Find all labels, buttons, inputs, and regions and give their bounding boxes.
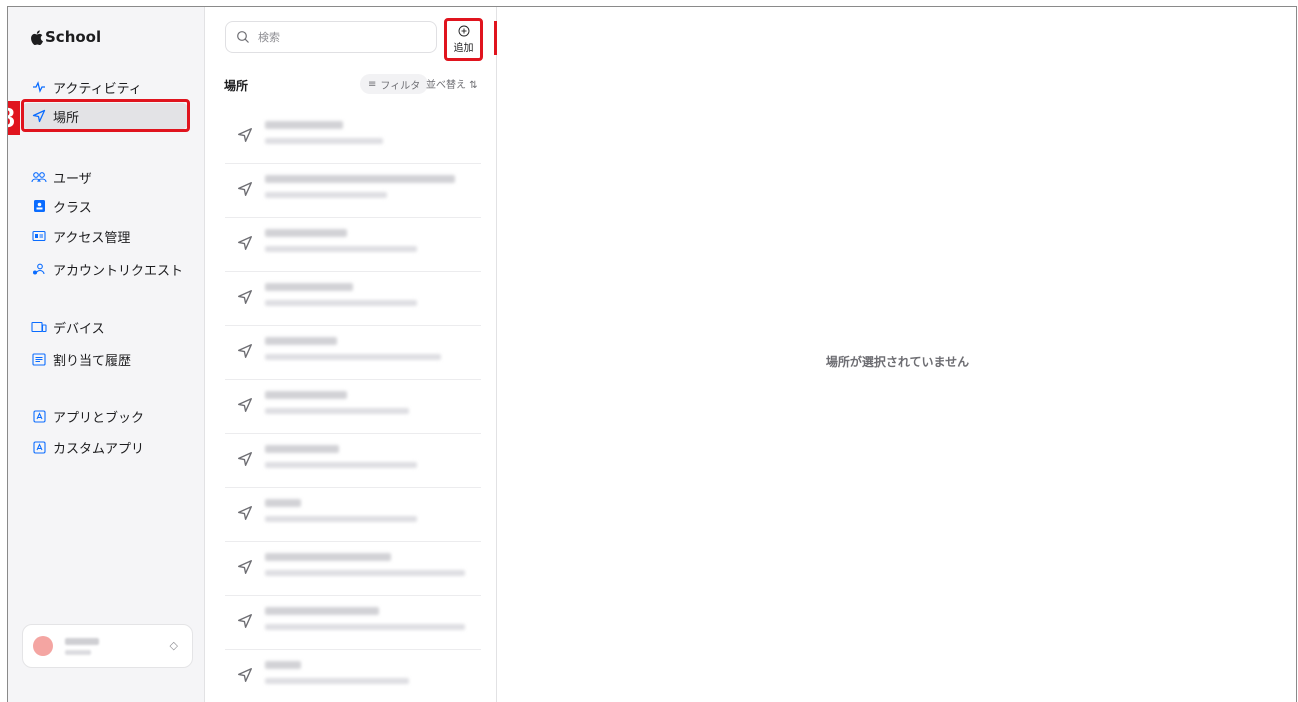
sidebar-item-label: アクセス管理 — [53, 230, 131, 246]
device-icon — [31, 319, 47, 335]
list-item[interactable] — [225, 488, 481, 542]
list-item[interactable] — [225, 110, 481, 164]
sidebar-item-users[interactable]: ユーザ — [22, 164, 188, 190]
annotation-highlight-add — [444, 18, 483, 61]
apple-logo-icon — [31, 29, 43, 45]
redacted-location-detail — [265, 300, 417, 306]
annotation-highlight-locations — [21, 99, 190, 132]
sidebar-item-label: アカウントリクエスト — [53, 263, 184, 279]
custom-apps-icon — [31, 439, 47, 455]
list-item[interactable] — [225, 434, 481, 488]
location-icon — [238, 290, 252, 304]
access-icon — [31, 228, 47, 244]
sidebar-item-devices[interactable]: デバイス — [22, 314, 188, 340]
redacted-location-detail — [265, 678, 409, 684]
list-item[interactable] — [225, 218, 481, 272]
sidebar-item-access-management[interactable]: アクセス管理 — [22, 223, 188, 249]
redacted-location-name — [265, 445, 339, 453]
list-item[interactable] — [225, 596, 481, 650]
sidebar-item-label: アプリとブック — [53, 410, 145, 426]
sort-label: 並べ替え — [426, 80, 466, 91]
location-icon — [238, 344, 252, 358]
redacted-location-detail — [265, 462, 417, 468]
brand-name: School — [45, 28, 102, 46]
users-icon — [31, 169, 47, 185]
redacted-location-name — [265, 553, 391, 561]
sidebar-item-label: アクティビティ — [53, 81, 142, 97]
search-icon — [237, 31, 249, 43]
redacted-location-detail — [265, 624, 465, 630]
sidebar-item-activity[interactable]: アクティビティ — [22, 74, 188, 100]
redacted-location-name — [265, 175, 455, 183]
location-icon — [238, 560, 252, 574]
location-icon — [238, 182, 252, 196]
sidebar-item-label: ユーザ — [53, 171, 92, 187]
sidebar-item-label: カスタムアプリ — [53, 441, 145, 457]
list-item[interactable] — [225, 650, 481, 702]
location-icon — [238, 128, 252, 142]
sort-button[interactable]: 並べ替え ⇅ — [426, 76, 478, 91]
sidebar-item-label: クラス — [53, 200, 92, 216]
account-name-redacted — [65, 637, 99, 655]
redacted-location-name — [265, 337, 337, 345]
redacted-location-name — [265, 391, 347, 399]
list-item[interactable] — [225, 380, 481, 434]
app-window: School アクティビティ 場所 ユーザ クラス アクセス管理 アカウントリク… — [7, 6, 1297, 702]
account-request-icon — [31, 261, 47, 277]
location-icon — [238, 452, 252, 466]
sidebar-item-account-requests[interactable]: アカウントリクエスト — [22, 256, 188, 282]
apps-books-icon — [31, 408, 47, 424]
filter-icon: ≡ — [368, 78, 377, 90]
detail-pane: 場所が選択されていません — [497, 7, 1296, 702]
location-icon — [238, 668, 252, 682]
sidebar-item-label: デバイス — [53, 321, 105, 337]
redacted-location-detail — [265, 408, 409, 414]
sidebar-item-classes[interactable]: クラス — [22, 193, 188, 219]
search-input[interactable]: 検索 — [225, 21, 437, 53]
locations-list-pane: 検索 追加 9 場所 ≡ フィルタ 並べ替え ⇅ — [205, 7, 524, 702]
redacted-location-detail — [265, 354, 441, 360]
sidebar-item-label: 割り当て履歴 — [53, 353, 132, 369]
redacted-location-detail — [265, 516, 417, 522]
redacted-location-detail — [265, 570, 465, 576]
sidebar-item-apps-and-books[interactable]: アプリとブック — [22, 403, 188, 429]
redacted-location-detail — [265, 192, 387, 198]
location-icon — [238, 398, 252, 412]
chevron-updown-icon: ◇ — [169, 639, 178, 652]
redacted-location-detail — [265, 138, 383, 144]
redacted-location-name — [265, 607, 379, 615]
sort-arrows-icon: ⇅ — [469, 80, 478, 91]
location-icon — [238, 614, 252, 628]
list-item[interactable] — [225, 272, 481, 326]
search-placeholder: 検索 — [258, 31, 280, 44]
list-item[interactable] — [225, 542, 481, 596]
activity-icon — [31, 79, 47, 95]
list-item[interactable] — [225, 164, 481, 218]
location-icon — [238, 506, 252, 520]
redacted-location-name — [265, 499, 301, 507]
annotation-step-8: 8 — [8, 101, 20, 135]
filter-label: フィルタ — [380, 80, 421, 92]
list-item[interactable] — [225, 326, 481, 380]
brand: School — [30, 28, 101, 46]
assignment-history-icon — [31, 351, 47, 367]
redacted-location-name — [265, 229, 347, 237]
class-icon — [31, 198, 47, 214]
sidebar-item-assignment-history[interactable]: 割り当て履歴 — [22, 346, 188, 372]
account-menu[interactable]: ◇ — [22, 624, 193, 668]
filter-button[interactable]: ≡ フィルタ — [360, 74, 429, 94]
empty-state-message: 場所が選択されていません — [825, 355, 970, 369]
redacted-location-name — [265, 283, 353, 291]
sidebar-item-custom-apps[interactable]: カスタムアプリ — [22, 434, 188, 460]
redacted-location-name — [265, 121, 343, 129]
avatar — [33, 636, 53, 656]
list-title: 場所 — [224, 79, 249, 93]
location-icon — [238, 236, 252, 250]
redacted-location-name — [265, 661, 301, 669]
redacted-location-detail — [265, 246, 417, 252]
